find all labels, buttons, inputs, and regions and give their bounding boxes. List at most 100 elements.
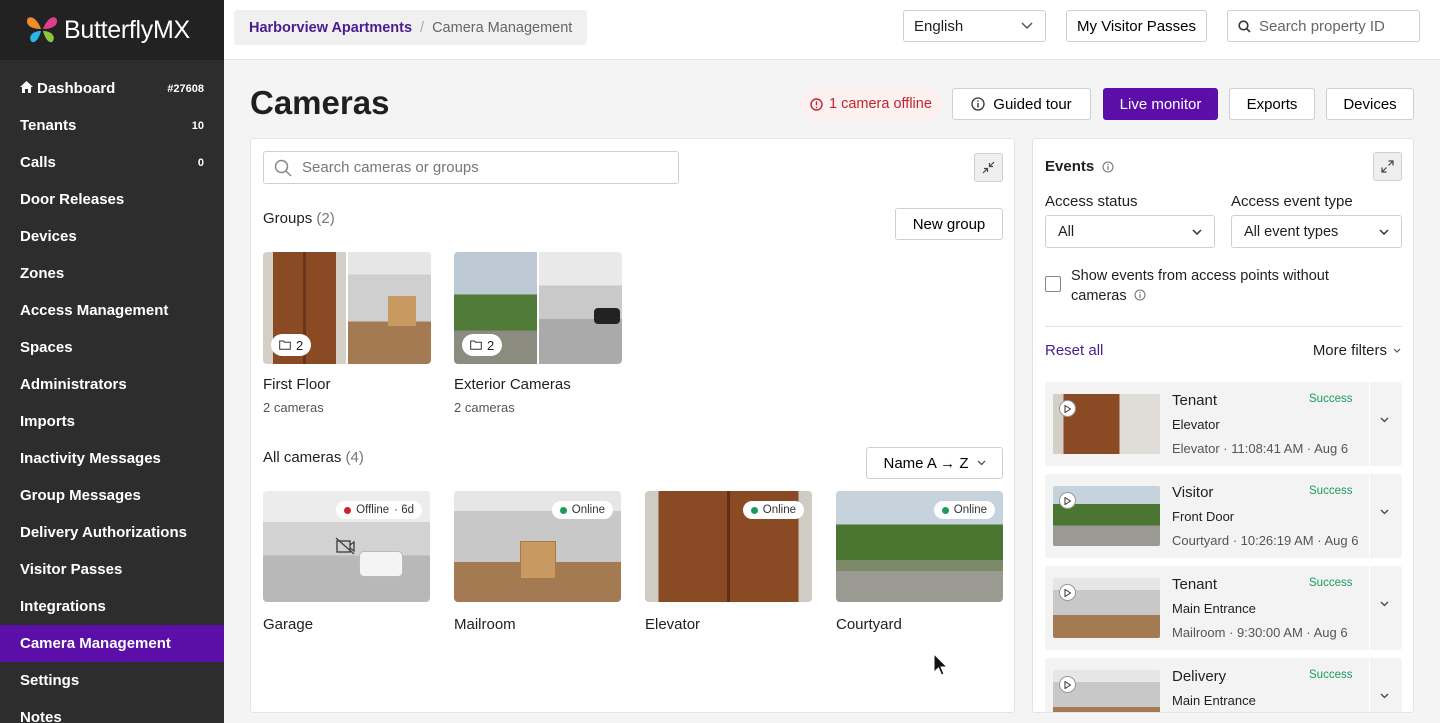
sidebar-item-integrations[interactable]: Integrations	[0, 588, 224, 625]
sidebar-item-group-messages[interactable]: Group Messages	[0, 477, 224, 514]
play-icon[interactable]	[1059, 492, 1076, 509]
sidebar-item-label: Door Releases	[20, 191, 125, 208]
collapse-panel-button[interactable]	[974, 153, 1003, 182]
chevron-down-icon[interactable]	[1380, 693, 1389, 699]
exports-button[interactable]: Exports	[1229, 88, 1315, 120]
expand-icon	[1381, 160, 1394, 173]
live-monitor-button[interactable]: Live monitor	[1103, 88, 1218, 120]
sidebar-item-delivery-authorizations[interactable]: Delivery Authorizations	[0, 514, 224, 551]
chevron-down-icon[interactable]	[1380, 601, 1389, 607]
group-subtitle: 2 cameras	[263, 400, 324, 415]
sidebar-item-settings[interactable]: Settings	[0, 662, 224, 699]
sidebar-item-zones[interactable]: Zones	[0, 255, 224, 292]
event-type-select[interactable]: All event types	[1231, 215, 1402, 248]
camera-offline-alert[interactable]: 1 camera offline	[800, 89, 942, 119]
status-badge: Online	[933, 501, 995, 519]
sidebar-item-notes[interactable]: Notes	[0, 699, 224, 723]
show-events-option: Show events from access points without c…	[1045, 266, 1365, 306]
event-door: Main Entrance	[1172, 693, 1256, 708]
show-events-checkbox[interactable]	[1045, 276, 1061, 292]
sidebar-item-inactivity-messages[interactable]: Inactivity Messages	[0, 440, 224, 477]
guided-tour-button[interactable]: Guided tour	[952, 88, 1091, 120]
access-status-label: Access status	[1045, 193, 1138, 210]
event-type-value: All event types	[1244, 223, 1339, 240]
camera-card-elevator[interactable]: Online Elevator	[645, 491, 812, 633]
camera-thumbnail: Online	[454, 491, 621, 602]
property-search-input[interactable]: Search property ID	[1227, 10, 1420, 42]
chevron-down-icon[interactable]	[1380, 417, 1389, 423]
sidebar-item-label: Zones	[20, 265, 65, 282]
sidebar-item-imports[interactable]: Imports	[0, 403, 224, 440]
status-text: Online	[953, 504, 987, 516]
sidebar-item-camera-management[interactable]: Camera Management	[0, 625, 224, 662]
status-badge: Online	[742, 501, 804, 519]
sidebar: ButterflyMX Dashboard #27608 Tenants 10 C…	[0, 0, 224, 723]
page-title: Cameras	[250, 84, 390, 121]
play-icon[interactable]	[1059, 584, 1076, 601]
brand-logo[interactable]: ButterflyMX	[0, 0, 224, 60]
sidebar-item-door-releases[interactable]: Door Releases	[0, 181, 224, 218]
chevron-down-icon	[977, 460, 985, 466]
more-filters-button[interactable]: More filters	[1313, 342, 1401, 359]
sidebar-nav: Dashboard #27608 Tenants 10 Calls 0 Door R…	[0, 60, 224, 723]
sidebar-item-label: Spaces	[20, 339, 73, 356]
event-item[interactable]: Visitor Success Front Door Courtyard · 1…	[1045, 474, 1402, 558]
garage-thumbnail	[539, 252, 622, 364]
sidebar-item-devices[interactable]: Devices	[0, 218, 224, 255]
sidebar-item-visitor-passes[interactable]: Visitor Passes	[0, 551, 224, 588]
sidebar-item-tenants[interactable]: Tenants 10	[0, 107, 224, 144]
event-role: Tenant	[1172, 576, 1218, 593]
event-role: Delivery	[1172, 668, 1227, 685]
camera-search-input[interactable]: Search cameras or groups	[263, 151, 679, 184]
language-select[interactable]: English	[903, 10, 1046, 42]
event-item[interactable]: Tenant Success Elevator Elevator · 11:08…	[1045, 382, 1402, 466]
sidebar-item-administrators[interactable]: Administrators	[0, 366, 224, 403]
sidebar-item-dashboard[interactable]: Dashboard #27608	[0, 70, 224, 107]
access-status-select[interactable]: All	[1045, 215, 1215, 248]
all-cameras-count: (4)	[345, 449, 364, 466]
chevron-down-icon	[1192, 228, 1202, 235]
sidebar-item-label: Camera Management	[20, 635, 171, 652]
play-icon[interactable]	[1059, 400, 1076, 417]
camera-card-mailroom[interactable]: Online Mailroom	[454, 491, 621, 633]
status-text: Online	[762, 504, 796, 516]
expand-panel-button[interactable]	[1373, 152, 1402, 181]
sidebar-item-access-management[interactable]: Access Management	[0, 292, 224, 329]
folder-icon	[279, 340, 291, 350]
event-item[interactable]: Tenant Success Main Entrance Mailroom · …	[1045, 566, 1402, 650]
sidebar-item-label: Delivery Authorizations	[20, 524, 187, 541]
sort-select[interactable]: Name A → Z	[866, 447, 1003, 479]
chevron-down-icon	[1021, 22, 1033, 30]
event-door: Main Entrance	[1172, 601, 1256, 616]
event-meta: Courtyard · 10:26:19 AM · Aug 6	[1172, 533, 1359, 548]
breadcrumb-property-link[interactable]: Harborview Apartments	[249, 20, 412, 36]
event-status: Success	[1309, 577, 1353, 589]
sidebar-item-spaces[interactable]: Spaces	[0, 329, 224, 366]
reset-all-link[interactable]: Reset all	[1045, 342, 1103, 359]
event-door: Front Door	[1172, 509, 1235, 524]
status-dot	[941, 506, 949, 514]
new-group-button[interactable]: New group	[895, 208, 1003, 240]
sidebar-item-label: Calls	[20, 154, 56, 171]
my-visitor-passes-button[interactable]: My Visitor Passes	[1066, 10, 1207, 42]
chevron-down-icon[interactable]	[1380, 509, 1389, 515]
all-cameras-heading: All cameras (4)	[263, 449, 364, 466]
group-card-first-floor[interactable]: 2 First Floor 2 cameras	[263, 252, 431, 415]
event-item[interactable]: Delivery Success Main Entrance	[1045, 658, 1402, 712]
events-title: Events	[1045, 158, 1095, 175]
camera-card-courtyard[interactable]: Online Courtyard	[836, 491, 1003, 633]
group-thumbnails: 2	[263, 252, 431, 364]
sidebar-item-calls[interactable]: Calls 0	[0, 144, 224, 181]
count-badge: 10	[191, 119, 204, 132]
sidebar-item-label: Dashboard	[37, 80, 116, 97]
group-card-exterior-cameras[interactable]: 2 Exterior Cameras 2 cameras	[454, 252, 622, 415]
info-icon[interactable]	[1102, 160, 1114, 173]
all-cameras-label: All cameras	[263, 449, 342, 466]
camera-card-garage[interactable]: Offline · 6d Garage	[263, 491, 430, 633]
chevron-down-icon	[1379, 228, 1389, 235]
play-icon[interactable]	[1059, 676, 1076, 693]
event-role: Tenant	[1172, 392, 1218, 409]
info-icon[interactable]	[1134, 289, 1146, 301]
search-placeholder: Search property ID	[1259, 17, 1385, 35]
devices-button[interactable]: Devices	[1326, 88, 1414, 120]
